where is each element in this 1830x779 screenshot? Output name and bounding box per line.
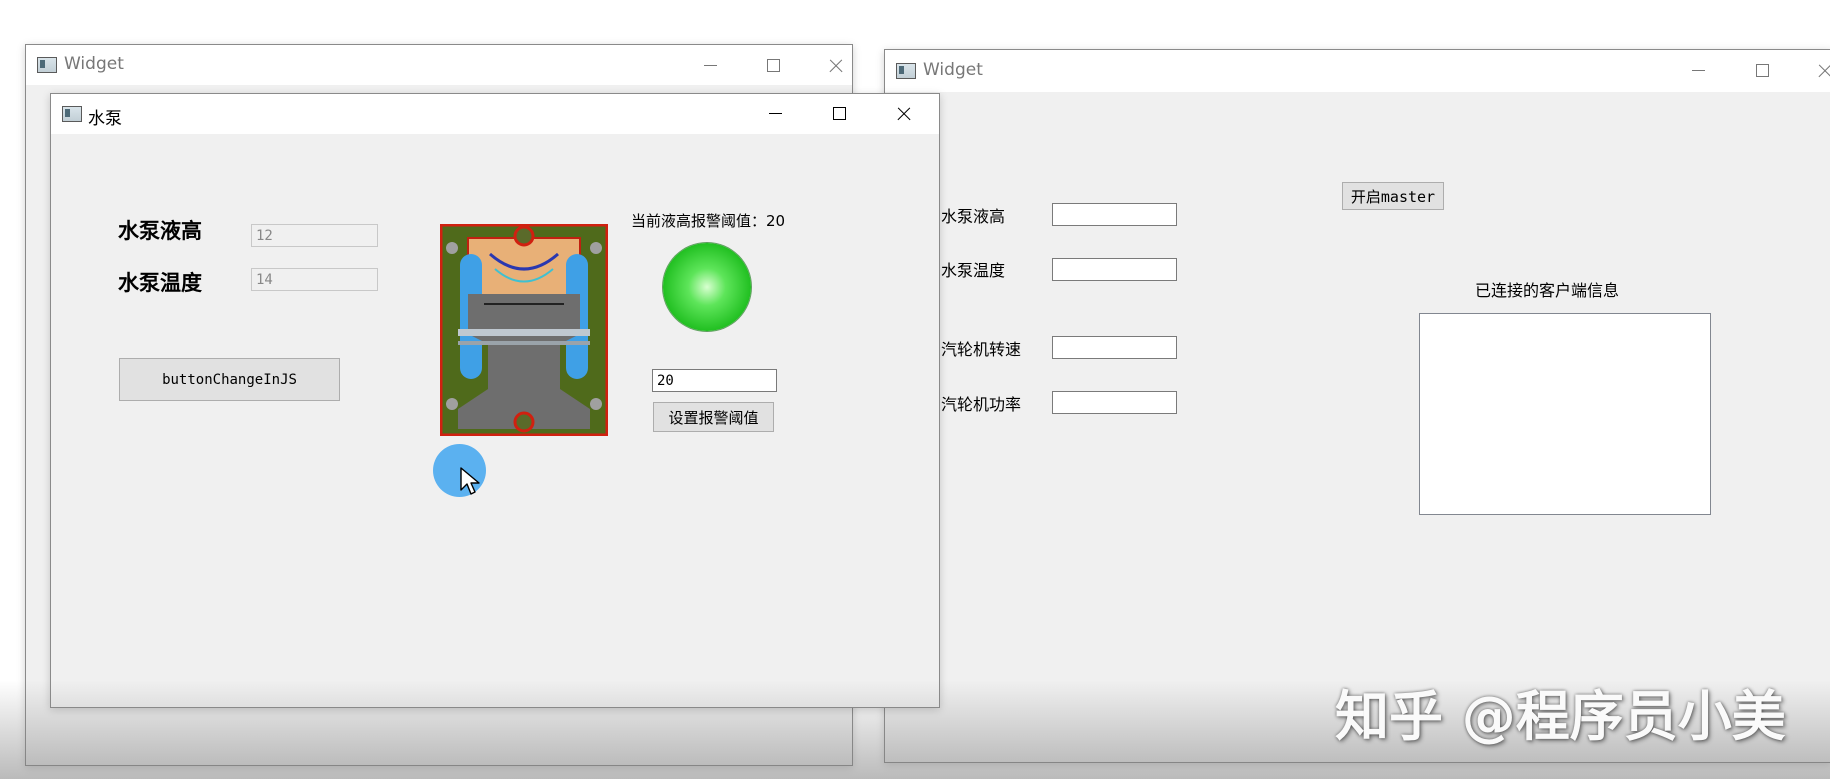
titlebar[interactable]: Widget: [885, 50, 1830, 92]
pump-level-label: 水泵液高: [118, 218, 202, 243]
clients-label: 已连接的客户端信息: [1475, 281, 1620, 300]
maximize-icon[interactable]: [819, 102, 859, 120]
close-icon[interactable]: [1805, 59, 1830, 83]
cursor-icon: [460, 467, 480, 495]
window-icon: [37, 57, 57, 73]
window-title: 水泵: [88, 109, 122, 129]
maximize-icon[interactable]: [1742, 59, 1782, 77]
close-icon[interactable]: [884, 102, 924, 126]
watermark: 知乎 @程序员小美: [1335, 685, 1786, 748]
label-turbine-speed: 汽轮机转速: [941, 340, 1022, 359]
widget-window-right: Widget 水泵液高 水泵温度 汽轮机转速 汽轮机功率 开启master 已连…: [884, 49, 1830, 763]
threshold-input[interactable]: [652, 369, 777, 392]
maximize-icon[interactable]: [753, 54, 793, 72]
label-pump-level: 水泵液高: [941, 207, 1006, 226]
pump-level-field[interactable]: [251, 224, 378, 247]
window-icon: [896, 63, 916, 79]
pump-temp-label: 水泵温度: [118, 270, 202, 295]
turbine-power-field[interactable]: [1052, 391, 1177, 414]
clients-list[interactable]: [1419, 313, 1711, 515]
start-master-button[interactable]: 开启master: [1342, 182, 1444, 210]
label-turbine-power: 汽轮机功率: [941, 395, 1022, 414]
titlebar[interactable]: Widget: [26, 45, 852, 85]
titlebar[interactable]: 水泵: [51, 94, 939, 134]
alarm-status-indicator: [663, 243, 751, 331]
close-icon[interactable]: [816, 54, 856, 78]
minimize-icon[interactable]: [1678, 59, 1718, 71]
window-title: Widget: [923, 60, 983, 80]
minimize-icon[interactable]: [690, 54, 730, 66]
pump-temp-field[interactable]: [251, 268, 378, 291]
window-icon: [62, 106, 82, 122]
label-pump-temp: 水泵温度: [941, 261, 1006, 280]
set-threshold-button[interactable]: 设置报警阈值: [653, 402, 774, 432]
pump-temp-field[interactable]: [1052, 258, 1177, 281]
alarm-threshold-text: 当前液高报警阈值：20: [631, 212, 786, 230]
minimize-icon[interactable]: [755, 102, 795, 114]
pump-level-field[interactable]: [1052, 203, 1177, 226]
pump-window: 水泵 水泵液高 水泵温度 buttonChangeInJS 当前液高报警阈值：2…: [50, 93, 940, 708]
window-title: Widget: [64, 54, 124, 74]
button-change-in-js[interactable]: buttonChangeInJS: [119, 358, 340, 401]
pump-diagram: [440, 224, 608, 436]
turbine-speed-field[interactable]: [1052, 336, 1177, 359]
